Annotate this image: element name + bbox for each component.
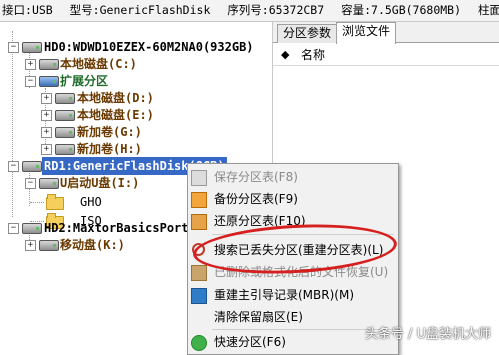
partition-label: 本地磁盘(E:) bbox=[77, 108, 154, 122]
partition-label: U启动U盘(I:) bbox=[60, 176, 140, 190]
backup-icon bbox=[191, 192, 207, 208]
partition-icon bbox=[55, 144, 75, 155]
interface-label: 接口:USB bbox=[2, 3, 53, 17]
sort-indicator-icon: ◆ bbox=[281, 48, 290, 61]
partition-label: 新加卷(G:) bbox=[77, 125, 142, 139]
column-name-header[interactable]: 名称 bbox=[301, 45, 325, 65]
collapse-icon[interactable]: − bbox=[8, 223, 19, 234]
save-icon bbox=[191, 170, 207, 186]
disk-info-bar: 接口:USB 型号:GenericFlashDisk 序列号:65372CB7 … bbox=[0, 0, 499, 22]
menu-item-label: 清除保留扇区(E) bbox=[214, 310, 303, 324]
expand-icon[interactable]: + bbox=[41, 127, 52, 138]
expand-icon[interactable]: + bbox=[25, 240, 36, 251]
partition-label: 移动盘(K:) bbox=[60, 238, 125, 252]
quick-partition-icon bbox=[191, 335, 207, 351]
cylinders-label: 柱面数:979 bbox=[477, 3, 499, 17]
partition-icon bbox=[55, 110, 75, 121]
tree-line bbox=[30, 221, 44, 222]
partition-label: 本地磁盘(D:) bbox=[77, 91, 154, 105]
tab-partition-params[interactable]: 分区参数 bbox=[277, 24, 338, 43]
partition-icon bbox=[39, 59, 59, 70]
menu-item-label: 保存分区表(F8) bbox=[214, 170, 298, 184]
extended-partition-icon bbox=[39, 76, 59, 87]
collapse-icon[interactable]: − bbox=[8, 161, 19, 172]
usb-disk-icon bbox=[22, 161, 42, 172]
menu-item-label: 重建主引导记录(MBR)(M) bbox=[214, 288, 355, 302]
collapse-icon[interactable]: − bbox=[25, 76, 36, 87]
folder-label: GHO bbox=[80, 195, 102, 209]
tab-bar: 分区参数 浏览文件 bbox=[273, 22, 499, 44]
restore-icon bbox=[191, 214, 207, 230]
menu-item-rebuild-mbr[interactable]: 重建主引导记录(MBR)(M) bbox=[208, 284, 398, 306]
recover-icon bbox=[191, 265, 207, 281]
mbr-icon bbox=[191, 288, 207, 304]
serial-label: 序列号:65372CB7 bbox=[227, 3, 325, 17]
hard-disk-icon bbox=[22, 42, 42, 53]
collapse-icon[interactable]: − bbox=[25, 178, 36, 189]
partition-icon bbox=[39, 178, 59, 189]
partition-icon bbox=[39, 240, 59, 251]
menu-item-save-partition-table[interactable]: 保存分区表(F8) bbox=[208, 166, 398, 188]
partition-label: 新加卷(H:) bbox=[77, 142, 142, 156]
tab-browse-files[interactable]: 浏览文件 bbox=[336, 22, 397, 44]
tree-line bbox=[30, 202, 44, 203]
expand-icon[interactable]: + bbox=[25, 59, 36, 70]
expand-icon[interactable]: + bbox=[41, 110, 52, 121]
capacity-label: 容量:7.5GB(7680MB) bbox=[341, 3, 462, 17]
disk-label: HD2:MaxtorBasicsPort bbox=[44, 221, 189, 235]
hard-disk-icon bbox=[22, 223, 42, 234]
menu-item-backup-partition-table[interactable]: 备份分区表(F9) bbox=[208, 188, 398, 210]
expand-icon[interactable]: + bbox=[41, 93, 52, 104]
folder-icon bbox=[46, 194, 64, 210]
partition-label: 本地磁盘(C:) bbox=[60, 57, 137, 71]
disk-label: HD0:WDWD10EZEX-60M2NA0(932GB) bbox=[44, 40, 254, 54]
column-header: ◆ 名称 bbox=[273, 45, 499, 66]
collapse-icon[interactable]: − bbox=[8, 42, 19, 53]
partition-icon bbox=[55, 127, 75, 138]
expand-icon[interactable]: + bbox=[41, 144, 52, 155]
partition-label: 扩展分区 bbox=[60, 74, 109, 88]
tree-line bbox=[12, 31, 13, 217]
model-label: 型号:GenericFlashDisk bbox=[69, 3, 211, 17]
partition-icon bbox=[55, 93, 75, 104]
watermark-text: 头条号 / U盘装机大师 bbox=[364, 327, 491, 342]
menu-item-label: 备份分区表(F9) bbox=[214, 192, 298, 206]
